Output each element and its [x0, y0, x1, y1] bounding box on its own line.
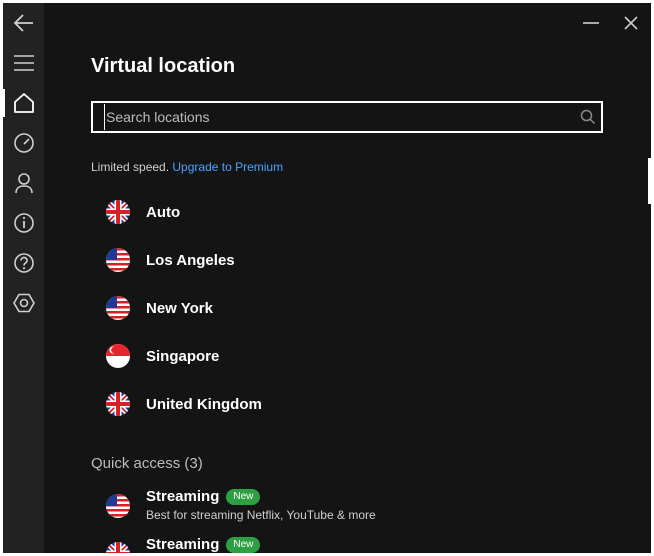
- quick-access-item-streaming-2[interactable]: Streaming New: [106, 536, 261, 553]
- app-window: Virtual location Limited speed. Upgrade …: [3, 3, 651, 553]
- main-panel: Virtual location Limited speed. Upgrade …: [44, 3, 651, 553]
- uk-flag-icon: [106, 392, 130, 416]
- quick-access-name: Streaming: [146, 536, 220, 553]
- minimize-button[interactable]: [577, 11, 605, 35]
- account-button[interactable]: [3, 165, 44, 201]
- help-button[interactable]: [3, 245, 44, 281]
- back-arrow-icon: [13, 14, 33, 32]
- uk-flag-icon: [106, 542, 130, 553]
- help-icon: [13, 253, 34, 273]
- home-button[interactable]: [3, 85, 44, 121]
- search-input[interactable]: [104, 104, 575, 130]
- location-item-new-york[interactable]: New York: [106, 294, 213, 322]
- sidebar: [3, 3, 44, 553]
- minimize-icon: [583, 22, 599, 24]
- settings-hexagon-icon: [12, 293, 35, 313]
- close-button[interactable]: [617, 11, 645, 35]
- us-flag-icon: [106, 248, 130, 272]
- scrollbar-thumb[interactable]: [648, 158, 651, 204]
- location-item-singapore[interactable]: Singapore: [106, 342, 219, 370]
- quick-access-description: Best for streaming Netflix, YouTube & mo…: [146, 508, 376, 522]
- quick-access-name: Streaming: [146, 488, 220, 505]
- new-badge: New: [226, 488, 261, 505]
- us-flag-icon: [106, 494, 130, 518]
- limited-speed-notice: Limited speed. Upgrade to Premium: [91, 160, 283, 174]
- quick-access-heading: Quick access (3): [91, 455, 203, 472]
- location-item-united-kingdom[interactable]: United Kingdom: [106, 390, 262, 418]
- location-item-los-angeles[interactable]: Los Angeles: [106, 246, 235, 274]
- singapore-flag-icon: [106, 344, 130, 368]
- user-icon: [14, 173, 33, 194]
- location-label: United Kingdom: [146, 395, 262, 413]
- location-label: New York: [146, 299, 213, 317]
- back-button[interactable]: [3, 5, 44, 41]
- info-icon: [13, 213, 34, 233]
- search-icon: [575, 109, 601, 125]
- new-badge: New: [226, 536, 261, 553]
- speed-test-button[interactable]: [3, 125, 44, 161]
- location-label: Los Angeles: [146, 251, 235, 269]
- menu-button[interactable]: [3, 45, 44, 81]
- settings-button[interactable]: [3, 285, 44, 321]
- page-title: Virtual location: [91, 55, 236, 77]
- us-flag-icon: [106, 296, 130, 320]
- info-button[interactable]: [3, 205, 44, 241]
- uk-flag-icon: [106, 200, 130, 224]
- quick-access-item-streaming[interactable]: Streaming New Best for streaming Netflix…: [106, 488, 376, 522]
- close-icon: [624, 16, 638, 30]
- menu-icon: [13, 55, 34, 71]
- upgrade-link[interactable]: Upgrade to Premium: [172, 160, 283, 174]
- location-item-auto[interactable]: Auto: [106, 198, 180, 226]
- notice-text: Limited speed.: [91, 160, 173, 174]
- home-icon: [13, 93, 34, 113]
- speedometer-icon: [13, 133, 34, 153]
- search-box[interactable]: [91, 101, 603, 133]
- location-label: Auto: [146, 203, 181, 221]
- location-label: Singapore: [146, 347, 220, 365]
